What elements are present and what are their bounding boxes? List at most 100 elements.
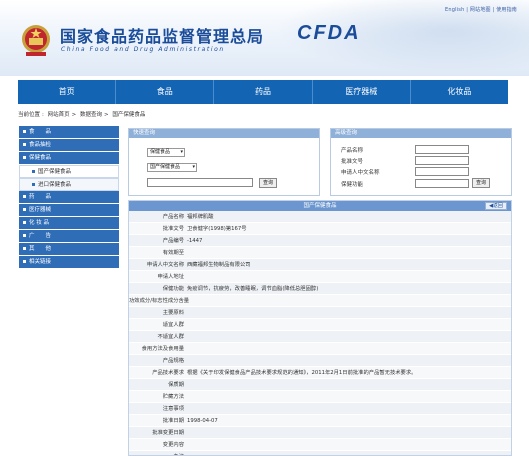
advanced-search-panel: 高级查询 产品名称 批准文号 申请人中文名称 保健功能 查询 (330, 128, 512, 196)
table-row: 批准日期 1998-04-07 (129, 415, 511, 427)
table-row: 不适宜人群 (129, 331, 511, 343)
row-value (187, 271, 511, 282)
row-label: 备注 (129, 451, 187, 455)
quick-search-title: 快速查询 (129, 129, 319, 138)
bullet-icon (23, 156, 26, 159)
bullet-icon (23, 247, 26, 250)
row-label: 贮藏方法 (162, 394, 184, 400)
table-row: 保健功能 免疫调节，抗疲劳，改善睡眠，调节血脂(降低总胆固醇) (129, 283, 511, 295)
breadcrumb-home[interactable]: 网站首页 (48, 112, 70, 118)
table-row: 申请人地址 (129, 271, 511, 283)
bullet-icon (32, 183, 35, 186)
quick-search-input[interactable] (147, 178, 253, 187)
approval-number-field[interactable] (415, 156, 469, 165)
bullet-icon (23, 195, 26, 198)
field-label-product-name: 产品名称 (341, 148, 364, 154)
detail-header: 国产保健食品 ◀返回 (129, 201, 511, 211)
subcategory-select[interactable]: 国产保健食品 (147, 163, 197, 172)
quick-search-button[interactable]: 查询 (259, 178, 277, 188)
detail-title: 国产保健食品 (303, 203, 337, 209)
field-label-applicant-name: 申请人中文名称 (341, 170, 380, 176)
table-row: 备注 (129, 451, 511, 455)
row-label: 不适宜人群 (157, 334, 185, 340)
row-value (187, 247, 511, 258)
row-value (187, 451, 511, 455)
site-title-cn: 国家食品药品监督管理总局 (60, 27, 265, 46)
category-select[interactable]: 保健食品 (147, 148, 185, 157)
nav-food[interactable]: 食品 (116, 80, 215, 104)
row-label: 产品名称 (162, 214, 184, 220)
table-row: 批准变更日期 (129, 427, 511, 439)
row-label: 食用方法及食用量 (141, 346, 184, 352)
row-label: 保质期 (168, 382, 184, 388)
sidebar-item-medical-devices[interactable]: 医疗器械 (19, 204, 119, 217)
row-label: 产品编号 (162, 238, 184, 244)
field-label-health-function: 保健功能 (341, 182, 364, 188)
sidebar-item-related-links[interactable]: 相关链接 (19, 256, 119, 269)
top-links[interactable]: English | 网站地图 | 使用指南 (445, 6, 517, 13)
cfda-logo: CFDA (297, 22, 361, 44)
table-row: 产品技术要求 根据《关于印发保健食品产品技术要求规范的通知》，2011年2月1日前… (129, 367, 511, 379)
row-value (187, 355, 511, 366)
sidebar-item-ads[interactable]: 广 告 (19, 230, 119, 243)
sidebar-item-cosmetics[interactable]: 化 妆 品 (19, 217, 119, 230)
row-label: 适宜人群 (162, 322, 184, 328)
row-label: 有效期至 (162, 250, 184, 256)
sidebar-subitem-domestic-health-food[interactable]: 国产保健食品 (19, 165, 119, 178)
sidebar-item-health-food[interactable]: 保健食品 (19, 152, 119, 165)
site-title-en: China Food and Drug Administration (61, 46, 225, 53)
bullet-icon (23, 234, 26, 237)
detail-rows: 产品名称 福邦牌肌酸 批准文号 卫食健字(1998)第167号 产品编号 -1447 有效期… (129, 211, 511, 455)
row-label: 批准文号 (162, 226, 184, 232)
field-label-approval-number: 批准文号 (341, 159, 364, 165)
sidebar: 食 品 食品抽检 保健食品 国产保健食品 进口保健食品 药 品 医疗器械 化 妆… (19, 126, 119, 269)
bullet-icon (23, 208, 26, 211)
table-row: 变更内容 (129, 439, 511, 451)
row-value: -1447 (187, 238, 203, 244)
table-row: 主要原料 (129, 307, 511, 319)
main-nav: 首页 食品 药品 医疗器械 化妆品 (18, 80, 508, 104)
sidebar-item-food-inspection[interactable]: 食品抽检 (19, 139, 119, 152)
table-row: 贮藏方法 (129, 391, 511, 403)
row-value: 福邦牌肌酸 (187, 214, 214, 220)
table-row: 食用方法及食用量 (129, 343, 511, 355)
health-function-field[interactable] (415, 179, 469, 188)
row-value (187, 343, 511, 354)
nav-cosmetics[interactable]: 化妆品 (411, 80, 508, 104)
row-value (187, 319, 511, 330)
table-row: 批准文号 卫食健字(1998)第167号 (129, 223, 511, 235)
table-row: 产品编号 -1447 (129, 235, 511, 247)
sidebar-item-food[interactable]: 食 品 (19, 126, 119, 139)
table-row: 产品名称 福邦牌肌酸 (129, 211, 511, 223)
row-label: 申请人中文名称 (146, 262, 184, 268)
sidebar-subitem-imported-health-food[interactable]: 进口保健食品 (19, 178, 119, 191)
product-detail-table: 国产保健食品 ◀返回 产品名称 福邦牌肌酸 批准文号 卫食健字(1998)第167号产… (128, 200, 512, 456)
breadcrumb-data-query[interactable]: 数据查询 (80, 112, 102, 118)
row-value: 卫食健字(1998)第167号 (187, 226, 247, 232)
breadcrumb-label: 当前位置 (18, 112, 41, 118)
bullet-icon (23, 130, 26, 133)
row-value (187, 403, 511, 414)
breadcrumb-current: 国产保健食品 (112, 112, 146, 118)
advanced-search-button[interactable]: 查询 (472, 178, 490, 188)
sidebar-item-other[interactable]: 其 他 (19, 243, 119, 256)
row-label: 批准日期 (162, 418, 184, 424)
product-name-field[interactable] (415, 145, 469, 154)
row-label: 产品技术要求 (152, 370, 184, 376)
applicant-name-field[interactable] (415, 167, 469, 176)
table-row: 申请人中文名称 西藏福邦生物制品有限公司 (129, 259, 511, 271)
row-value (187, 439, 511, 450)
sidebar-item-drugs[interactable]: 药 品 (19, 191, 119, 204)
nav-medical-devices[interactable]: 医疗器械 (313, 80, 411, 104)
back-button[interactable]: ◀返回 (485, 202, 507, 210)
breadcrumb: 当前位置: 网站首页 > 数据查询 > 国产保健食品 (18, 112, 146, 118)
nav-home[interactable]: 首页 (18, 80, 117, 104)
nav-drugs[interactable]: 药品 (214, 80, 313, 104)
national-emblem-icon (22, 25, 50, 56)
quick-search-panel: 快速查询 保健食品 国产保健食品 查询 (128, 128, 320, 196)
row-label: 主要原料 (162, 310, 184, 316)
row-value (187, 295, 511, 306)
row-value (187, 427, 511, 438)
row-label: 产品规格 (162, 358, 184, 364)
row-value: 西藏福邦生物制品有限公司 (187, 262, 251, 268)
